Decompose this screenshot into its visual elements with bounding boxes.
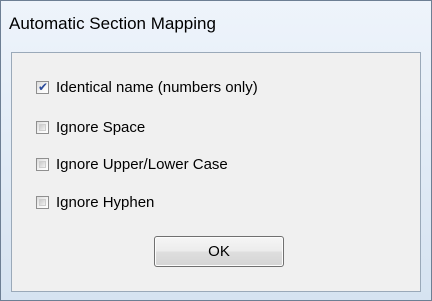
dialog-content: ✔ Identical name (numbers only) Ignore S… [11,52,421,292]
option-ignore-case[interactable]: Ignore Upper/Lower Case [36,154,228,174]
option-ignore-hyphen[interactable]: Ignore Hyphen [36,192,154,212]
title-bar[interactable]: Automatic Section Mapping [1,1,431,53]
checkbox-ignore-space[interactable] [36,120,49,134]
checkbox-ignore-hyphen[interactable] [36,195,49,209]
option-label-identical-name: Identical name (numbers only) [56,78,258,96]
dialog-title: Automatic Section Mapping [9,14,216,33]
checkbox-identical-name[interactable]: ✔ [36,79,49,94]
option-ignore-space[interactable]: Ignore Space [36,117,145,137]
option-label-ignore-case: Ignore Upper/Lower Case [56,155,228,173]
checkbox-ignore-case[interactable] [36,157,49,171]
ok-button[interactable]: OK [154,236,284,267]
option-label-ignore-space: Ignore Space [56,118,146,136]
check-icon: ✔ [38,79,49,94]
option-label-ignore-hyphen: Ignore Hyphen [56,193,155,211]
dialog-window: Automatic Section Mapping ✔ Identical na… [0,0,432,301]
option-identical-name[interactable]: ✔ Identical name (numbers only) [36,77,258,97]
